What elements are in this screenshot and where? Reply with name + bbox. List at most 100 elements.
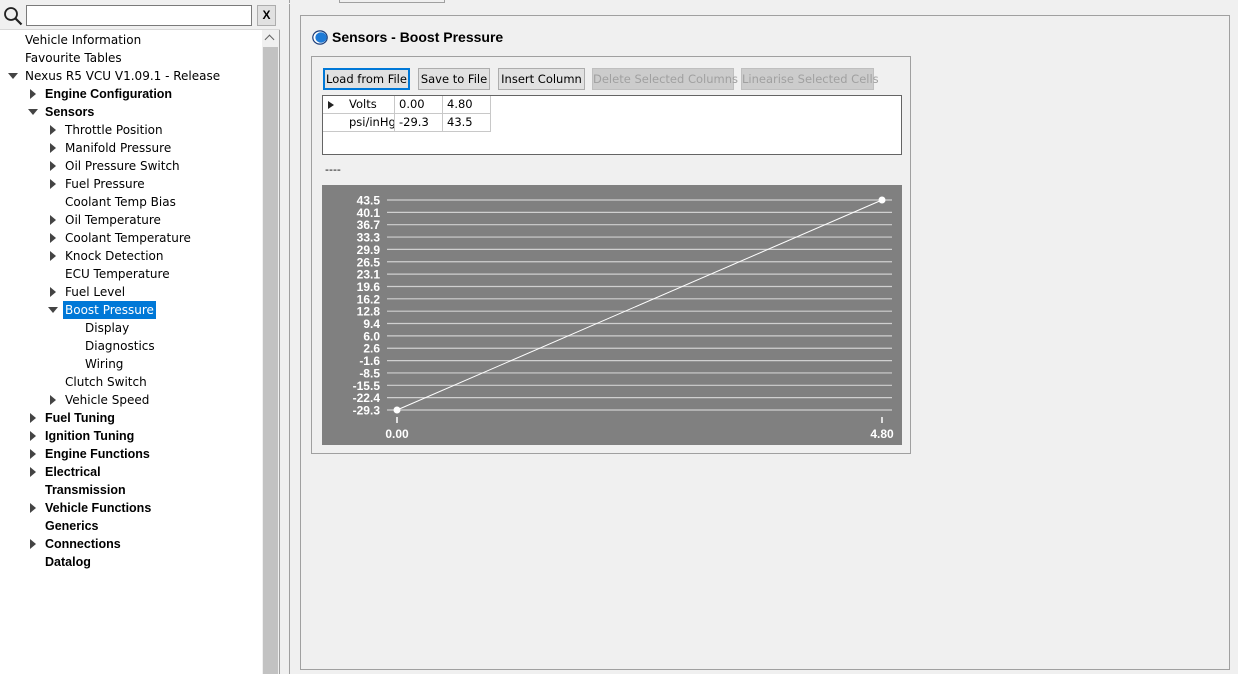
tree-item-label: Wiring	[85, 357, 124, 371]
delete-selected-columns-button[interactable]: Delete Selected Columns	[592, 68, 738, 90]
collapsed-arrow-icon[interactable]	[27, 535, 39, 553]
y-tick-label: -29.3	[353, 404, 381, 418]
collapsed-arrow-icon[interactable]	[47, 229, 59, 247]
tree-item-label: Generics	[45, 519, 99, 533]
tree-item[interactable]: Vehicle Functions	[0, 499, 262, 517]
tree-item[interactable]: Vehicle Speed	[0, 391, 262, 409]
tree-item-label: Boost Pressure	[63, 301, 156, 319]
tree-item[interactable]: Throttle Position	[0, 121, 262, 139]
insert-column-button[interactable]: Insert Column	[498, 68, 585, 90]
tree-scrollbar[interactable]	[262, 30, 279, 674]
tree-item[interactable]: Oil Temperature	[0, 211, 262, 229]
navigation-panel: X Vehicle Information Favourite Tables Nex…	[0, 0, 280, 674]
search-input[interactable]	[26, 5, 252, 26]
load-from-file-button[interactable]: Load from File	[323, 68, 410, 90]
table-cell[interactable]: 43.5	[443, 114, 491, 132]
tree-item[interactable]: Fuel Tuning	[0, 409, 262, 427]
tree-item-label: Display	[85, 321, 130, 335]
expanded-arrow-icon[interactable]	[47, 301, 59, 319]
collapsed-arrow-icon[interactable]	[47, 121, 59, 139]
tree-item[interactable]: Clutch Switch	[0, 373, 262, 391]
tree-item-label: Engine Functions	[45, 447, 150, 461]
tree-item-label: Electrical	[45, 465, 101, 479]
tree-item[interactable]: Generics	[0, 517, 262, 535]
collapsed-arrow-icon[interactable]	[27, 427, 39, 445]
search-bar: X	[0, 0, 280, 30]
collapsed-arrow-icon[interactable]	[27, 85, 39, 103]
tree-item[interactable]: Oil Pressure Switch	[0, 157, 262, 175]
linearise-selected-cells-button[interactable]: Linearise Selected Cells	[741, 68, 879, 90]
status-text: ----	[325, 163, 341, 176]
tree-item-label: Sensors	[45, 105, 95, 119]
tree-item[interactable]: Vehicle Information	[0, 31, 262, 49]
tree-item-label: Fuel Tuning	[45, 411, 115, 425]
collapsed-arrow-icon[interactable]	[47, 157, 59, 175]
tree-item-label: Coolant Temp Bias	[65, 195, 176, 209]
tree-item-label: Vehicle Information	[25, 33, 142, 47]
tree-item[interactable]: Transmission	[0, 481, 262, 499]
collapsed-arrow-icon[interactable]	[47, 139, 59, 157]
collapsed-arrow-icon[interactable]	[47, 247, 59, 265]
tree-item[interactable]: Wiring	[0, 355, 262, 373]
tree-item[interactable]: Electrical	[0, 463, 262, 481]
data-point	[878, 196, 886, 204]
table-cell[interactable]: 4.80	[443, 96, 491, 114]
table-cell[interactable]: 0.00	[395, 96, 443, 114]
tree-item-label: Transmission	[45, 483, 126, 497]
tree-item-label: Nexus R5 VCU V1.09.1 - Release	[25, 69, 221, 83]
tree-item-label: Favourite Tables	[25, 51, 122, 65]
x-tick-label: 4.80	[870, 427, 894, 441]
tree-item-label: Coolant Temperature	[65, 231, 191, 245]
current-row-indicator-icon	[328, 101, 334, 109]
tree-item-label: Manifold Pressure	[65, 141, 172, 155]
scroll-thumb[interactable]	[263, 47, 278, 674]
collapsed-arrow-icon[interactable]	[47, 211, 59, 229]
tree-item[interactable]: Datalog	[0, 553, 262, 571]
tree-item[interactable]: Engine Configuration	[0, 85, 262, 103]
tree-item[interactable]: Nexus R5 VCU V1.09.1 - Release	[0, 67, 262, 85]
tree-item[interactable]: Fuel Level	[0, 283, 262, 301]
tree-item[interactable]: Ignition Tuning	[0, 427, 262, 445]
tree-item[interactable]: Diagnostics	[0, 337, 262, 355]
tree-item[interactable]: Coolant Temp Bias	[0, 193, 262, 211]
clear-search-button[interactable]: X	[257, 5, 276, 26]
save-to-file-button[interactable]: Save to File	[418, 68, 490, 90]
scroll-up-arrow-icon[interactable]	[262, 30, 279, 47]
tree-item[interactable]: Knock Detection	[0, 247, 262, 265]
row-header-cell[interactable]: psi/inHg	[323, 114, 395, 132]
collapsed-arrow-icon[interactable]	[47, 283, 59, 301]
boost-pressure-chart: 43.540.136.733.329.926.523.119.616.212.8…	[322, 185, 902, 445]
collapsed-arrow-icon[interactable]	[27, 463, 39, 481]
sensor-status-icon	[312, 30, 328, 45]
tree-item-label: Vehicle Speed	[65, 393, 150, 407]
expanded-arrow-icon[interactable]	[27, 103, 39, 121]
collapsed-arrow-icon[interactable]	[27, 445, 39, 463]
expanded-arrow-icon[interactable]	[7, 67, 19, 85]
tree-item-label: ECU Temperature	[65, 267, 170, 281]
tab-edge	[289, 0, 339, 3]
tree-item[interactable]: Favourite Tables	[0, 49, 262, 67]
collapsed-arrow-icon[interactable]	[47, 391, 59, 409]
tree-item-label: Oil Pressure Switch	[65, 159, 180, 173]
tab-edge	[339, 0, 444, 3]
collapsed-arrow-icon[interactable]	[47, 175, 59, 193]
tree-item-label: Clutch Switch	[65, 375, 147, 389]
tree-item[interactable]: Display	[0, 319, 262, 337]
collapsed-arrow-icon[interactable]	[27, 409, 39, 427]
table-cell[interactable]: -29.3	[395, 114, 443, 132]
tree-item[interactable]: Sensors	[0, 103, 262, 121]
tree-item[interactable]: Fuel Pressure	[0, 175, 262, 193]
tree-item-label: Connections	[45, 537, 121, 551]
page-title: Sensors - Boost Pressure	[332, 29, 504, 45]
tree-item[interactable]: Connections	[0, 535, 262, 553]
tree-item[interactable]: ECU Temperature	[0, 265, 262, 283]
tree-item-label: Fuel Level	[65, 285, 126, 299]
tree-item[interactable]: Boost Pressure	[0, 301, 262, 319]
tree-item[interactable]: Manifold Pressure	[0, 139, 262, 157]
tree-item[interactable]: Engine Functions	[0, 445, 262, 463]
collapsed-arrow-icon[interactable]	[27, 499, 39, 517]
tree-item-label: Engine Configuration	[45, 87, 173, 101]
navigation-tree: Vehicle Information Favourite Tables Nexus…	[0, 30, 262, 674]
tree-item[interactable]: Coolant Temperature	[0, 229, 262, 247]
tree-item-label: Fuel Pressure	[65, 177, 145, 191]
